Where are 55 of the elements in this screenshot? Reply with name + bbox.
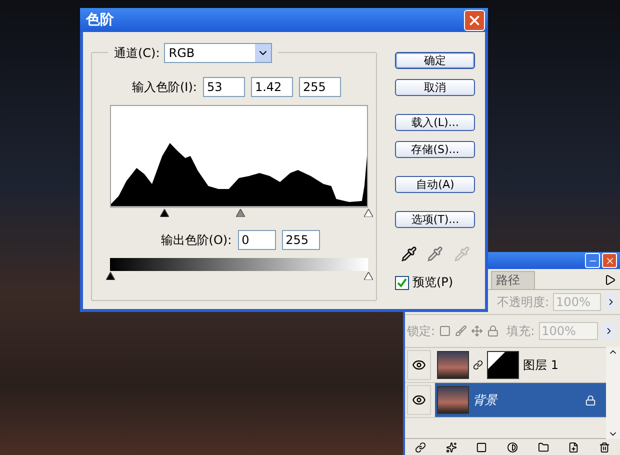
lock-label: 锁定: [407, 322, 436, 340]
eye-icon[interactable] [407, 350, 431, 380]
level-input[interactable]: 255 [282, 230, 320, 250]
layer-row[interactable]: 背景 [435, 383, 606, 417]
chevron-right-icon[interactable] [605, 294, 616, 310]
level-input[interactable]: 1.42 [250, 77, 293, 97]
preview-label: 预览(P) [412, 274, 454, 291]
fill-label: 填充: [506, 322, 535, 340]
channel-dropdown[interactable]: RGB [164, 43, 272, 63]
level-input[interactable]: 0 [238, 230, 276, 250]
eye-icon[interactable] [407, 385, 431, 415]
minimize-button[interactable] [585, 253, 600, 268]
chevron-down-icon [254, 44, 271, 62]
square-icon[interactable] [476, 442, 488, 452]
link-icon[interactable] [414, 442, 426, 452]
brush-icon[interactable] [454, 325, 467, 337]
trash-icon[interactable] [599, 442, 610, 452]
channel-label: 通道(C): [114, 44, 160, 62]
sparkles-icon[interactable] [446, 442, 457, 452]
layer-thumbnail [437, 351, 469, 379]
slider-handle[interactable] [364, 209, 373, 217]
mask-thumbnail [487, 351, 519, 379]
dialog-button[interactable]: 自动(A) [395, 176, 475, 193]
lock-transparency-icon[interactable] [439, 325, 451, 337]
close-icon [604, 256, 614, 266]
layer-thumbnail [437, 386, 469, 414]
dialog-button[interactable]: 存储(S)... [395, 141, 475, 158]
lock-icon[interactable] [486, 325, 499, 337]
dialog-button[interactable]: 取消 [395, 79, 475, 96]
slider-handle[interactable] [160, 209, 169, 217]
slider-handle[interactable] [106, 272, 115, 280]
dialog-button[interactable]: 确定 [395, 52, 475, 69]
eyedropper-icon[interactable] [400, 246, 417, 262]
window-title: 色阶 [86, 11, 114, 29]
level-input[interactable]: 255 [298, 77, 341, 97]
close-button[interactable] [602, 253, 617, 268]
half-circle-icon[interactable] [506, 442, 518, 452]
move-icon[interactable] [470, 325, 483, 337]
level-input[interactable]: 53 [202, 77, 245, 97]
output-levels-label: 输出色阶(O): [160, 232, 232, 248]
new-layer-icon[interactable] [568, 442, 580, 452]
dialog-button[interactable]: 载入(L)... [395, 114, 475, 131]
chevron-right-icon[interactable] [602, 323, 616, 339]
scrollbar[interactable] [606, 347, 620, 439]
input-levels-label: 输入色阶(I): [132, 78, 197, 96]
folder-icon[interactable] [538, 442, 549, 452]
close-button[interactable] [464, 10, 485, 30]
slider-handle[interactable] [364, 272, 373, 280]
dialog-button[interactable]: 选项(T)... [395, 211, 475, 228]
panel-tab[interactable]: 路径 [491, 271, 535, 289]
opacity-label: 不透明度: [497, 294, 550, 310]
menu-icon[interactable] [604, 274, 616, 286]
layer-row[interactable]: 图层 1 [435, 348, 606, 382]
slider-handle[interactable] [236, 209, 245, 217]
preview-checkbox[interactable] [395, 276, 410, 290]
